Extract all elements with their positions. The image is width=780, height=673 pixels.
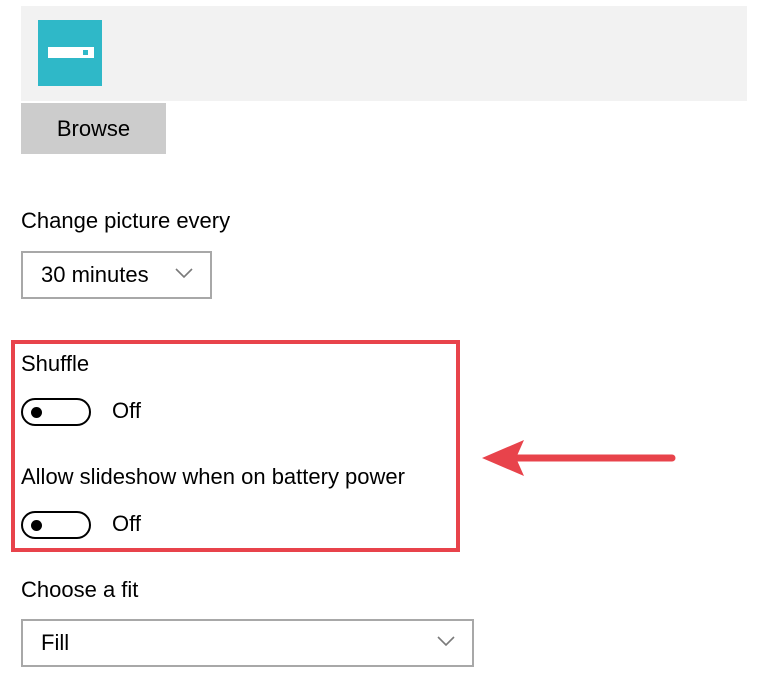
fit-value: Fill <box>41 630 70 655</box>
battery-label: Allow slideshow when on battery power <box>21 464 405 489</box>
battery-toggle[interactable] <box>21 511 91 539</box>
album-folder-strip <box>21 6 747 101</box>
folder-icon-dot <box>83 50 88 55</box>
fit-dropdown[interactable]: Fill <box>21 619 474 667</box>
shuffle-toggle[interactable] <box>21 398 91 426</box>
shuffle-label: Shuffle <box>21 351 90 376</box>
battery-state: Off <box>112 511 141 536</box>
slideshow-settings-panel: Browse Change picture every 30 minutes S… <box>0 0 780 673</box>
chevron-down-icon <box>175 268 193 279</box>
chevron-down-icon <box>437 636 455 647</box>
folder-icon[interactable] <box>38 20 102 86</box>
interval-dropdown[interactable]: 30 minutes <box>21 251 212 299</box>
browse-button[interactable]: Browse <box>21 103 166 154</box>
interval-value: 30 minutes <box>41 262 149 287</box>
toggle-knob <box>31 407 42 418</box>
arrow-left-icon <box>482 440 676 476</box>
shuffle-state: Off <box>112 398 141 423</box>
choose-fit-label: Choose a fit <box>21 577 139 602</box>
change-picture-label: Change picture every <box>21 208 231 233</box>
toggle-knob <box>31 520 42 531</box>
